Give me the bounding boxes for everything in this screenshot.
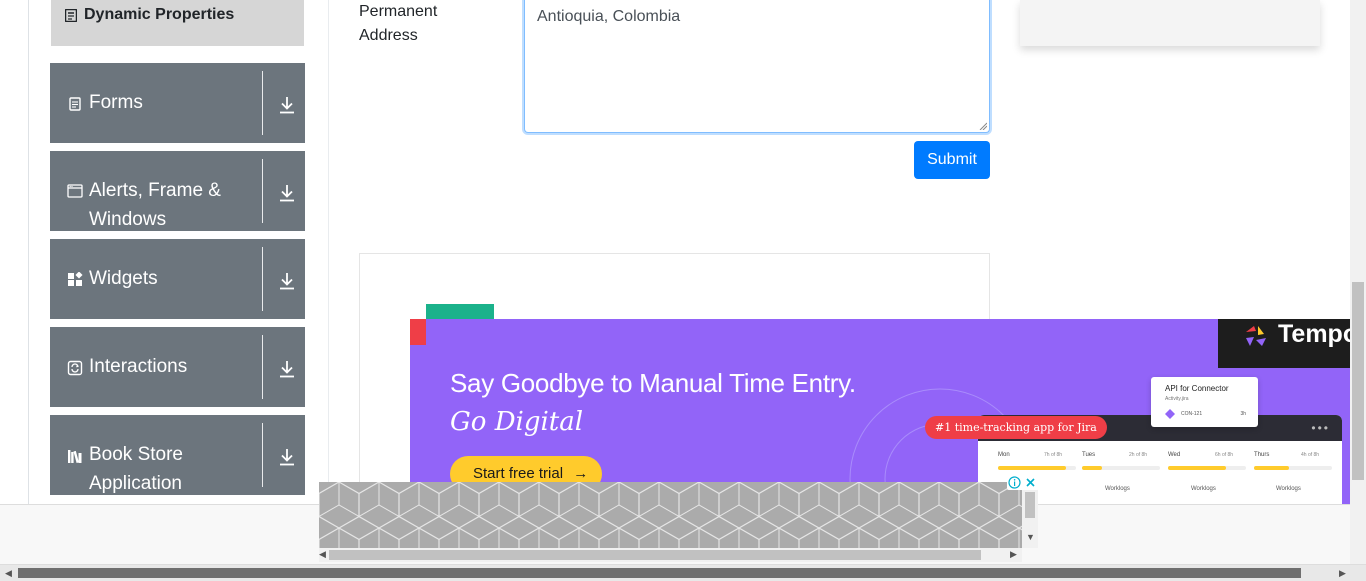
chevron-down-icon[interactable]: ▼ [1026,532,1035,542]
scroll-thumb[interactable] [329,550,981,560]
sidebar-group-widgets[interactable]: Widgets [50,239,305,319]
document-icon [65,9,77,22]
sidebar-group-forms[interactable]: Forms [50,63,305,143]
hex-pattern [319,482,1022,548]
textarea-value: Antioquia, Colombia [537,8,681,25]
left-border [28,0,29,510]
adchoices[interactable] [1007,475,1039,490]
divider [262,247,263,311]
page: Dynamic Properties Forms Alerts, Frame &… [0,0,1366,581]
scroll-thumb[interactable] [1025,492,1035,518]
books-icon [68,450,82,464]
sidebar-group-book-store[interactable]: Book Store Application [50,415,305,495]
resize-grip-icon[interactable] [979,122,987,130]
sidebar-group-label: Book Store Application [89,444,183,494]
hours-label: 4h of 8h [1301,452,1320,458]
sidebar-divider [328,0,329,510]
download-icon[interactable] [278,359,296,379]
day-label: Tues [1082,452,1096,458]
divider [262,423,263,487]
tempo-logo: Tempo [1218,319,1350,368]
tempo-ad-banner[interactable]: Say Goodbye to Manual Time Entry. Go Dig… [410,319,1350,509]
sidebar-item-dynamic-properties[interactable]: Dynamic Properties [51,0,304,46]
divider [262,335,263,399]
divider [262,159,263,223]
ad-badge: #1 time-tracking app for Jira [925,416,1107,439]
hours-label: 7h of 8h [1044,452,1063,458]
download-icon[interactable] [278,271,296,291]
bottom-overlay-ad[interactable] [319,482,1022,548]
ad-headline: Say Goodbye to Manual Time Entry. [450,368,856,398]
worklog-label: Worklogs [1276,486,1301,492]
widgets-icon [68,272,83,286]
ad-horizontal-scrollbar[interactable]: ◀ ▶ [319,548,1022,562]
sidebar-group-label: Widgets [89,268,158,289]
sidebar-group-label: Interactions [89,356,188,377]
day-label: Mon [998,452,1010,458]
worklog-label: Worklogs [1191,486,1216,492]
sidebar-item-label: Dynamic Properties [84,6,235,23]
info-icon[interactable] [1008,476,1021,489]
download-icon[interactable] [278,183,296,203]
download-icon[interactable] [278,95,296,115]
scroll-thumb[interactable] [1352,282,1364,480]
ad-decoration [410,319,426,345]
chevron-left-icon[interactable]: ◀ [319,549,326,560]
side-ad-placeholder[interactable] [1020,0,1320,46]
submit-button[interactable]: Submit [914,141,990,179]
permanent-address-textarea[interactable]: Antioquia, Colombia [524,0,990,133]
ad-task-card: API for Connector Activity.jira CON-121 … [1151,377,1258,427]
document-icon [69,97,81,111]
hours-label: 6h of 8h [1215,452,1234,458]
page-horizontal-scrollbar[interactable]: ◀ ▶ [0,564,1366,581]
ad-decoration [426,304,494,319]
ad-subhead: Go Digital [450,407,584,437]
tempo-logo-icon [1246,326,1266,346]
interactions-icon [67,360,83,376]
more-icon: ••• [1311,421,1330,435]
hours-label: 2h of 8h [1129,452,1148,458]
worklog-label: Worklogs [1105,486,1130,492]
day-label: Wed [1168,452,1181,458]
divider [262,71,263,135]
permanent-address-label: Permanent Address [359,3,438,44]
page-vertical-scrollbar[interactable] [1350,0,1366,564]
diamond-icon [1165,409,1175,419]
tempo-brand-text: Tempo [1278,320,1350,348]
sidebar-group-interactions[interactable]: Interactions [50,327,305,407]
window-icon [67,184,83,198]
download-icon[interactable] [278,447,296,467]
arrow-right-icon: → [573,465,589,482]
scroll-thumb[interactable] [18,568,1301,578]
close-icon[interactable] [1025,477,1036,488]
chevron-left-icon[interactable]: ◀ [5,568,12,579]
chevron-right-icon[interactable]: ▶ [1010,549,1017,560]
sidebar-group-label: Alerts, Frame & Windows [89,180,221,230]
ad-vertical-scrollbar[interactable]: ▼ [1022,482,1038,548]
sidebar-group-label: Forms [89,92,143,113]
day-label: Thurs [1254,452,1270,458]
chevron-right-icon[interactable]: ▶ [1339,568,1346,579]
sidebar-group-alerts-frame-windows[interactable]: Alerts, Frame & Windows [50,151,305,231]
